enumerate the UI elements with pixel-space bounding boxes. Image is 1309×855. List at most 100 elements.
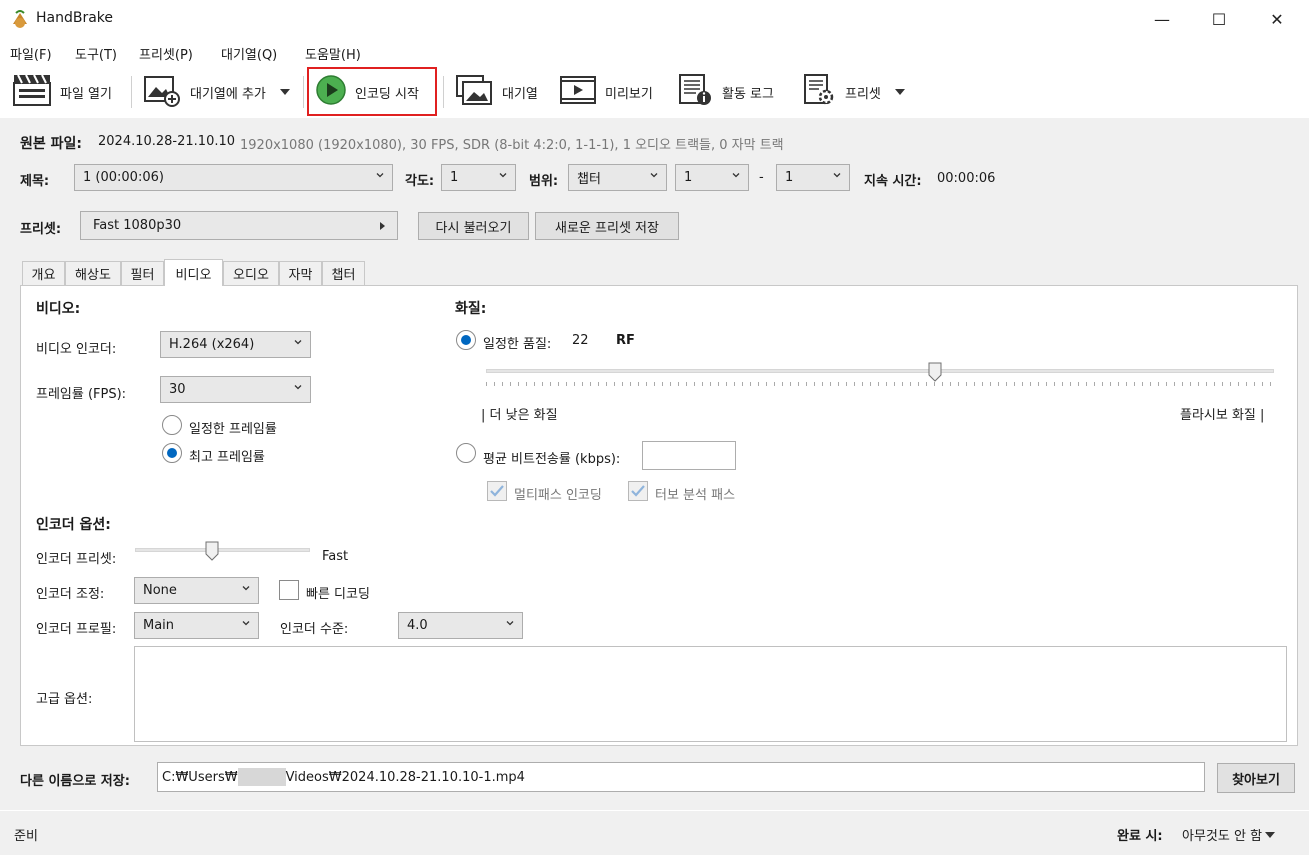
peak-framerate-label: 최고 프레임률 — [189, 450, 265, 465]
multipass-checkbox[interactable] — [487, 481, 507, 501]
play-icon — [315, 74, 347, 110]
video-section-title: 비디오: — [36, 301, 81, 317]
menu-file[interactable]: 파일(F) — [10, 44, 52, 63]
menu-tools[interactable]: 도구(T) — [75, 44, 117, 63]
range-type-select[interactable]: 챕터 — [568, 164, 667, 191]
tab-subtitles[interactable]: 자막 — [279, 261, 322, 285]
save-path-prefix: C:₩Users₩ — [162, 769, 238, 785]
source-label: 원본 파일: — [20, 136, 82, 152]
status-text: 준비 — [14, 829, 38, 844]
when-done-dropdown[interactable]: 아무것도 안 함 — [1182, 825, 1276, 844]
when-done-label: 완료 시: — [1117, 829, 1163, 844]
chevron-down-icon — [242, 586, 250, 591]
duration-value: 00:00:06 — [937, 171, 996, 186]
dropdown-caret-icon — [1265, 831, 1276, 838]
activity-log-button[interactable]: 활동 로그 — [672, 72, 778, 112]
menu-queue[interactable]: 대기열(Q) — [221, 44, 277, 63]
maximize-button[interactable]: ☐ — [1196, 0, 1242, 38]
save-new-preset-button[interactable]: 새로운 프리셋 저장 — [535, 212, 679, 240]
chevron-down-icon — [732, 173, 740, 178]
presets-button[interactable]: 프리셋 — [797, 72, 909, 112]
presets-label: 프리셋 — [845, 86, 881, 102]
range-start-select[interactable]: 1 — [675, 164, 749, 191]
title-select[interactable]: 1 (00:00:06) — [74, 164, 393, 191]
chevron-down-icon — [833, 173, 841, 178]
tab-audio[interactable]: 오디오 — [223, 261, 279, 285]
preset-selector[interactable]: Fast 1080p30 — [80, 211, 398, 240]
log-info-icon — [676, 73, 714, 111]
preview-label: 미리보기 — [605, 86, 653, 102]
encoder-tune-select[interactable]: None — [134, 577, 259, 604]
angle-label: 각도: — [405, 174, 435, 189]
handbrake-logo-icon — [10, 9, 30, 29]
dropdown-caret-icon[interactable] — [279, 89, 290, 95]
preset-value: Fast 1080p30 — [93, 218, 182, 233]
chevron-down-icon — [294, 340, 302, 345]
video-encoder-select[interactable]: H.264 (x264) — [160, 331, 311, 358]
framerate-select[interactable]: 30 — [160, 376, 311, 403]
reload-preset-button[interactable]: 다시 불러오기 — [418, 212, 529, 240]
minimize-button[interactable]: — — [1139, 0, 1185, 38]
lower-quality-label: | 더 낮은 화질 — [481, 408, 558, 423]
menu-presets[interactable]: 프리셋(P) — [139, 44, 193, 63]
menu-bar — [0, 40, 1309, 66]
active-tab-joiner — [165, 284, 222, 287]
source-name: 2024.10.28-21.10.10 — [98, 134, 236, 149]
clapperboard-icon — [12, 73, 52, 111]
add-image-icon — [142, 73, 182, 111]
angle-select-value: 1 — [450, 170, 459, 185]
preview-button[interactable]: 미리보기 — [555, 72, 657, 112]
queue-button[interactable]: 대기열 — [450, 72, 542, 112]
placebo-quality-label: 플라시보 화질 | — [1180, 408, 1265, 423]
tab-dimensions[interactable]: 해상도 — [65, 261, 121, 285]
quality-slider-track[interactable] — [486, 369, 1274, 373]
fast-decode-checkbox[interactable] — [279, 580, 299, 600]
open-source-button[interactable]: 파일 열기 — [8, 72, 116, 112]
turbo-checkbox[interactable] — [628, 481, 648, 501]
start-encode-button[interactable]: 인코딩 시작 — [311, 72, 423, 112]
close-button[interactable]: ✕ — [1254, 0, 1300, 38]
encoder-level-label: 인코더 수준: — [280, 622, 349, 637]
dropdown-caret-icon[interactable] — [894, 89, 905, 95]
menu-help[interactable]: 도움말(H) — [305, 44, 361, 63]
constant-quality-radio[interactable] — [456, 330, 476, 350]
queue-label: 대기열 — [502, 86, 538, 102]
film-play-icon — [559, 74, 597, 110]
constant-framerate-radio[interactable] — [162, 415, 182, 435]
save-path-suffix: Videos₩2024.10.28-21.10.10-1.mp4 — [285, 769, 525, 785]
rf-unit: RF — [616, 333, 635, 348]
encoder-level-select[interactable]: 4.0 — [398, 612, 523, 639]
chevron-down-icon — [242, 621, 250, 626]
title-select-value: 1 (00:00:06) — [83, 170, 164, 185]
save-path-input[interactable]: C:₩Users₩ Videos₩2024.10.28-21.10.10-1.m… — [157, 762, 1205, 792]
constant-framerate-label: 일정한 프레임률 — [189, 422, 277, 437]
multipass-label: 멀티패스 인코딩 — [514, 488, 602, 503]
framerate-label: 프레임률 (FPS): — [36, 387, 127, 402]
toolbar-divider — [443, 76, 444, 108]
angle-select[interactable]: 1 — [441, 164, 516, 191]
toolbar-divider — [303, 76, 304, 108]
tab-filters[interactable]: 필터 — [121, 261, 164, 285]
encoder-preset-slider-thumb[interactable] — [205, 541, 219, 561]
tab-chapters[interactable]: 챕터 — [322, 261, 365, 285]
peak-framerate-radio[interactable] — [162, 443, 182, 463]
presets-gear-icon — [801, 73, 837, 111]
encoder-options-title: 인코더 옵션: — [36, 517, 111, 533]
tab-summary[interactable]: 개요 — [22, 261, 65, 285]
constant-quality-label: 일정한 품질: — [483, 337, 552, 352]
framerate-value: 30 — [169, 382, 186, 397]
encoder-preset-slider-track[interactable] — [135, 548, 310, 552]
avg-bitrate-input[interactable] — [642, 441, 736, 470]
encoder-profile-select[interactable]: Main — [134, 612, 259, 639]
advanced-options-textarea[interactable] — [134, 646, 1287, 742]
tab-video[interactable]: 비디오 — [164, 259, 223, 286]
range-end-select[interactable]: 1 — [776, 164, 850, 191]
quality-slider-thumb[interactable] — [928, 362, 942, 382]
browse-button[interactable]: 찾아보기 — [1217, 763, 1295, 793]
range-dash: - — [759, 170, 764, 185]
avg-bitrate-radio[interactable] — [456, 443, 476, 463]
save-as-label: 다른 이름으로 저장: — [20, 774, 130, 789]
add-to-queue-button[interactable]: 대기열에 추가 — [138, 72, 294, 112]
chevron-down-icon — [499, 173, 507, 178]
encoder-profile-label: 인코더 프로필: — [36, 622, 117, 637]
